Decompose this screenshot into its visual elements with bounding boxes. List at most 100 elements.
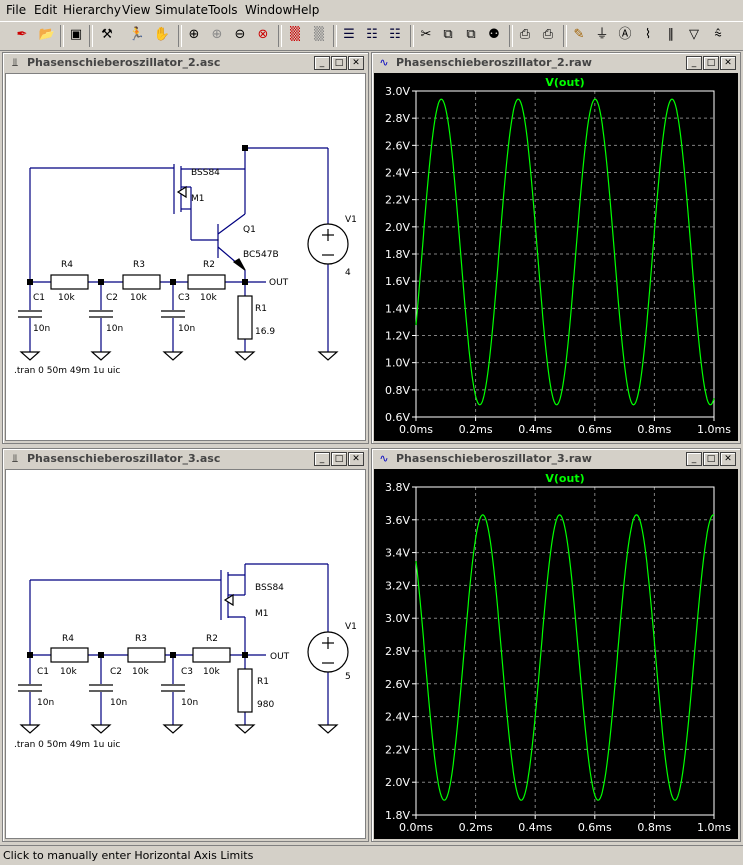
autorange-icon[interactable]: ▒ bbox=[309, 25, 329, 45]
y-tick-label[interactable]: 2.8V bbox=[385, 112, 410, 125]
copy-icon[interactable]: ⧉ bbox=[438, 25, 458, 45]
control-panel-icon[interactable]: ⚒ bbox=[97, 25, 117, 45]
cascade-icon[interactable]: ☷ bbox=[362, 25, 382, 45]
minimize-button[interactable]: _ bbox=[314, 452, 330, 466]
x-tick-label[interactable]: 0.2ms bbox=[459, 423, 493, 436]
titlebar[interactable]: ⫫ Phasenschieberoszillator_2.asc _ □ ✕ bbox=[5, 55, 366, 71]
tile-vertical-icon[interactable]: ☷ bbox=[385, 25, 405, 45]
y-tick-label[interactable]: 2.4V bbox=[385, 711, 410, 724]
paste-icon[interactable]: ⧉ bbox=[461, 25, 481, 45]
waveform-window-3[interactable]: ∿ Phasenschieberoszillator_3.raw _ □ ✕ V… bbox=[371, 448, 741, 842]
y-tick-label[interactable]: 2.6V bbox=[385, 139, 410, 152]
maximize-button[interactable]: □ bbox=[331, 452, 347, 466]
schematic-canvas[interactable]: BSS84 M1 Q1 BC547B V1 4 R4 10k R3 10k R2… bbox=[5, 73, 366, 441]
minimize-button[interactable]: _ bbox=[686, 452, 702, 466]
open-icon[interactable]: 📂 bbox=[37, 25, 57, 45]
trace-line[interactable] bbox=[416, 515, 714, 800]
x-tick-label[interactable]: 0.0ms bbox=[399, 821, 433, 834]
component-icon[interactable]: ⩯ bbox=[708, 25, 728, 45]
minimize-button[interactable]: _ bbox=[686, 56, 702, 70]
run-icon[interactable]: 🏃 bbox=[127, 25, 147, 45]
maximize-button[interactable]: □ bbox=[703, 452, 719, 466]
y-tick-label[interactable]: 1.6V bbox=[385, 275, 410, 288]
menu-edit[interactable]: Edit bbox=[34, 3, 57, 17]
waveform-plot[interactable]: V(out) 3.0V 2.8V 2.6V 2.4V 2.2V 2.0V 1.8V 1.6V 1.… bbox=[374, 73, 738, 441]
ground-icon[interactable]: ⏚ bbox=[592, 25, 612, 45]
close-button[interactable]: ✕ bbox=[720, 56, 736, 70]
titlebar[interactable]: ∿ Phasenschieberoszillator_3.raw _ □ ✕ bbox=[374, 451, 738, 467]
menu-tools[interactable]: Tools bbox=[208, 3, 238, 17]
minimize-button[interactable]: _ bbox=[314, 56, 330, 70]
y-tick-label[interactable]: 0.8V bbox=[385, 384, 410, 397]
find-icon[interactable]: ⚉ bbox=[484, 25, 504, 45]
x-tick-label[interactable]: 0.0ms bbox=[399, 423, 433, 436]
x-tick-label[interactable]: 0.8ms bbox=[637, 423, 671, 436]
maximize-button[interactable]: □ bbox=[331, 56, 347, 70]
y-tick-label[interactable]: 3.2V bbox=[385, 579, 410, 592]
x-tick-label[interactable]: 0.2ms bbox=[459, 821, 493, 834]
y-tick-label[interactable]: 2.6V bbox=[385, 678, 410, 691]
resistor-icon[interactable]: ⌇ bbox=[638, 25, 658, 45]
x-tick-label[interactable]: 0.6ms bbox=[578, 821, 612, 834]
cut-icon[interactable]: ✂ bbox=[416, 25, 436, 45]
y-tick-label[interactable]: 3.0V bbox=[385, 85, 410, 98]
waveform-plot[interactable]: V(out) 3.8V 3.6V 3.4V 3.2V 3.0V 2.8V 2.6V 2.4V 2.… bbox=[374, 469, 738, 839]
schematic-window-3[interactable]: ⫫ Phasenschieberoszillator_3.asc _ □ ✕ bbox=[2, 448, 369, 842]
y-tick-label[interactable]: 3.6V bbox=[385, 514, 410, 527]
y-tick-label[interactable]: 1.0V bbox=[385, 357, 410, 370]
m1-ref-label: M1 bbox=[191, 194, 205, 204]
print-preview-icon[interactable]: ⎙ bbox=[515, 25, 535, 45]
menu-view[interactable]: View bbox=[122, 3, 150, 17]
x-tick-label[interactable]: 0.6ms bbox=[578, 423, 612, 436]
zoom-out-icon[interactable]: ⊕ bbox=[207, 25, 227, 45]
save-icon[interactable]: ▣ bbox=[66, 25, 86, 45]
plot-pane[interactable]: V(out) 3.0V 2.8V 2.6V 2.4V 2.2V 2.0V 1.8V 1.6V 1.… bbox=[374, 73, 738, 441]
zoom-cancel-icon[interactable]: ⊗ bbox=[253, 25, 273, 45]
y-tick-label[interactable]: 1.8V bbox=[385, 248, 410, 261]
close-button[interactable]: ✕ bbox=[720, 452, 736, 466]
menu-hierarchy[interactable]: Hierarchy bbox=[63, 3, 121, 17]
close-button[interactable]: ✕ bbox=[348, 56, 364, 70]
schematic-canvas[interactable]: BSS84 M1 V1 5 R4 10k R3 10k R2 10k R1 98… bbox=[5, 469, 366, 839]
maximize-button[interactable]: □ bbox=[703, 56, 719, 70]
trace-title[interactable]: V(out) bbox=[545, 76, 584, 89]
y-tick-label[interactable]: 1.4V bbox=[385, 302, 410, 315]
draw-wire-icon[interactable]: ✎ bbox=[569, 25, 589, 45]
print-icon[interactable]: ⎙ bbox=[538, 25, 558, 45]
zoom-fit-icon[interactable]: ⊖ bbox=[230, 25, 250, 45]
menu-file[interactable]: File bbox=[6, 3, 26, 17]
schematic-window-2[interactable]: ⫫ Phasenschieberoszillator_2.asc _ □ ✕ bbox=[2, 52, 369, 444]
menu-simulate[interactable]: Simulate bbox=[155, 3, 208, 17]
waveform-icon[interactable]: ▒ bbox=[285, 25, 305, 45]
zoom-in-icon[interactable]: ⊕ bbox=[184, 25, 204, 45]
y-tick-label[interactable]: 2.2V bbox=[385, 743, 410, 756]
menu-window[interactable]: Window bbox=[245, 3, 292, 17]
capacitor-icon[interactable]: ∥ bbox=[661, 25, 681, 45]
y-tick-label[interactable]: 1.2V bbox=[385, 330, 410, 343]
y-tick-label[interactable]: 3.0V bbox=[385, 612, 410, 625]
x-tick-label[interactable]: 0.8ms bbox=[637, 821, 671, 834]
y-tick-label[interactable]: 3.4V bbox=[385, 547, 410, 560]
halt-icon[interactable]: ✋ bbox=[152, 25, 172, 45]
y-tick-label[interactable]: 2.2V bbox=[385, 194, 410, 207]
x-tick-label[interactable]: 0.4ms bbox=[518, 821, 552, 834]
plot-pane[interactable]: V(out) 3.8V 3.6V 3.4V 3.2V 3.0V 2.8V 2.6V 2.4V 2.… bbox=[374, 469, 738, 839]
tile-horizontal-icon[interactable]: ☰ bbox=[339, 25, 359, 45]
trace-title[interactable]: V(out) bbox=[545, 472, 584, 485]
y-tick-label[interactable]: 2.8V bbox=[385, 645, 410, 658]
menu-help[interactable]: Help bbox=[292, 3, 319, 17]
x-tick-label[interactable]: 1.0ms bbox=[697, 423, 731, 436]
label-icon[interactable]: Ⓐ bbox=[615, 25, 635, 45]
y-tick-label[interactable]: 2.0V bbox=[385, 221, 410, 234]
close-button[interactable]: ✕ bbox=[348, 452, 364, 466]
diode-icon[interactable]: ▽ bbox=[684, 25, 704, 45]
y-tick-label[interactable]: 2.0V bbox=[385, 776, 410, 789]
titlebar[interactable]: ∿ Phasenschieberoszillator_2.raw _ □ ✕ bbox=[374, 55, 738, 71]
x-tick-label[interactable]: 1.0ms bbox=[697, 821, 731, 834]
waveform-window-2[interactable]: ∿ Phasenschieberoszillator_2.raw _ □ ✕ V… bbox=[371, 52, 741, 444]
y-tick-label[interactable]: 2.4V bbox=[385, 167, 410, 180]
new-schematic-icon[interactable]: ✒ bbox=[12, 25, 32, 45]
x-tick-label[interactable]: 0.4ms bbox=[518, 423, 552, 436]
titlebar[interactable]: ⫫ Phasenschieberoszillator_3.asc _ □ ✕ bbox=[5, 451, 366, 467]
y-tick-label[interactable]: 3.8V bbox=[385, 481, 410, 494]
